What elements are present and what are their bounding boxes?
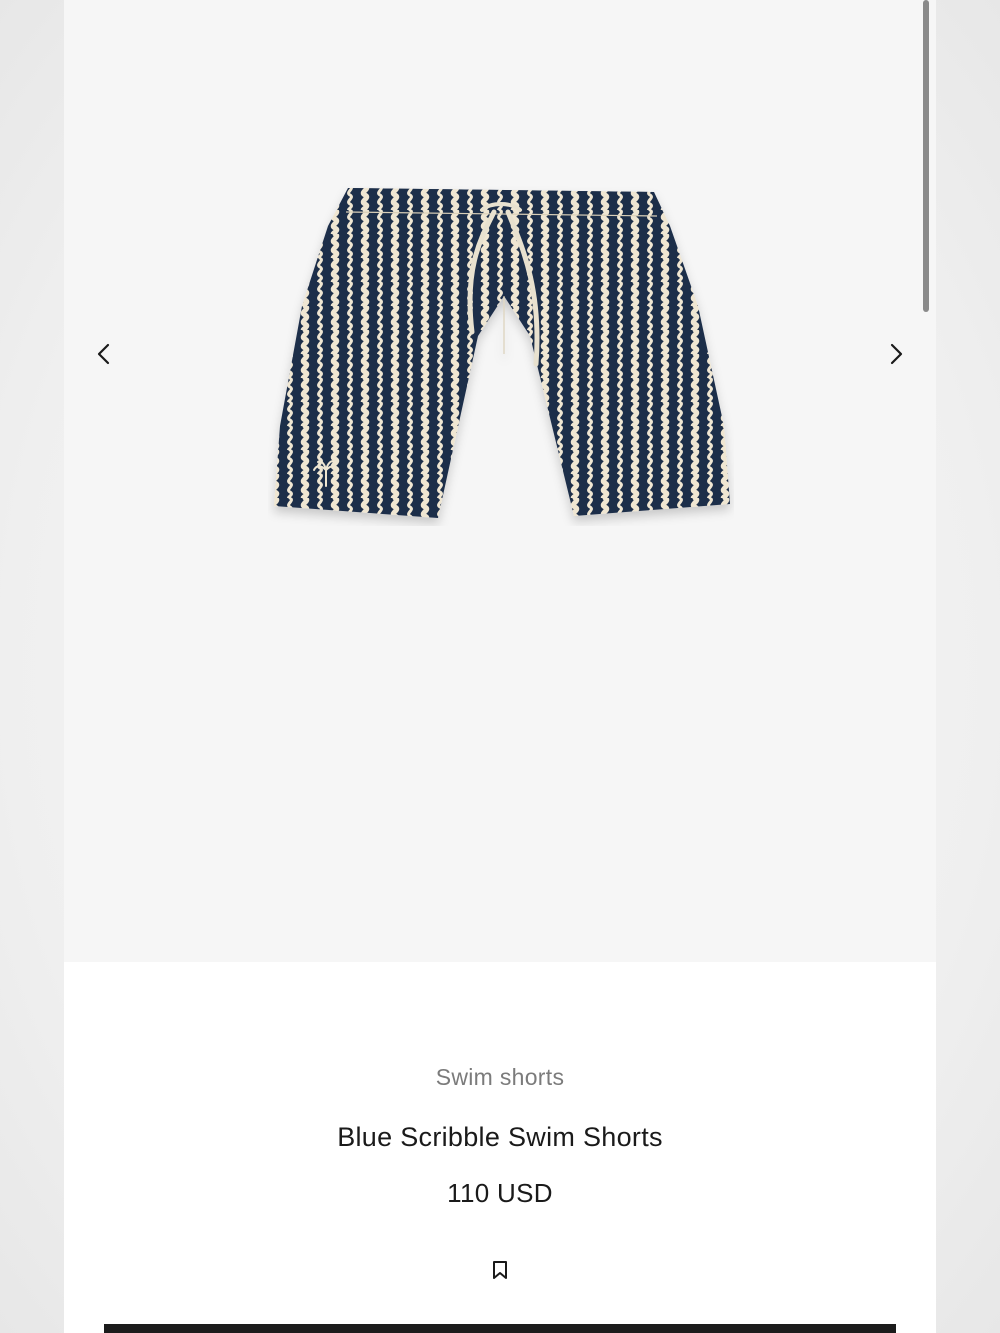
product-info: Swim shorts Blue Scribble Swim Shorts 11… <box>64 962 936 1333</box>
add-to-cart-button[interactable] <box>104 1324 896 1333</box>
product-card: Swim shorts Blue Scribble Swim Shorts 11… <box>64 0 936 1333</box>
chevron-left-icon <box>97 343 110 365</box>
gallery-prev-button[interactable] <box>88 338 120 370</box>
bookmark-icon <box>493 1261 507 1279</box>
product-gallery[interactable] <box>64 0 936 962</box>
chevron-right-icon <box>890 343 903 365</box>
bookmark-button[interactable] <box>488 1258 512 1282</box>
product-image <box>274 188 730 518</box>
product-category: Swim shorts <box>435 1064 565 1090</box>
product-title[interactable]: Blue Scribble Swim Shorts <box>64 1122 936 1153</box>
scrollbar[interactable] <box>923 0 929 312</box>
product-price: 110 USD <box>447 1178 553 1208</box>
gallery-next-button[interactable] <box>880 338 912 370</box>
